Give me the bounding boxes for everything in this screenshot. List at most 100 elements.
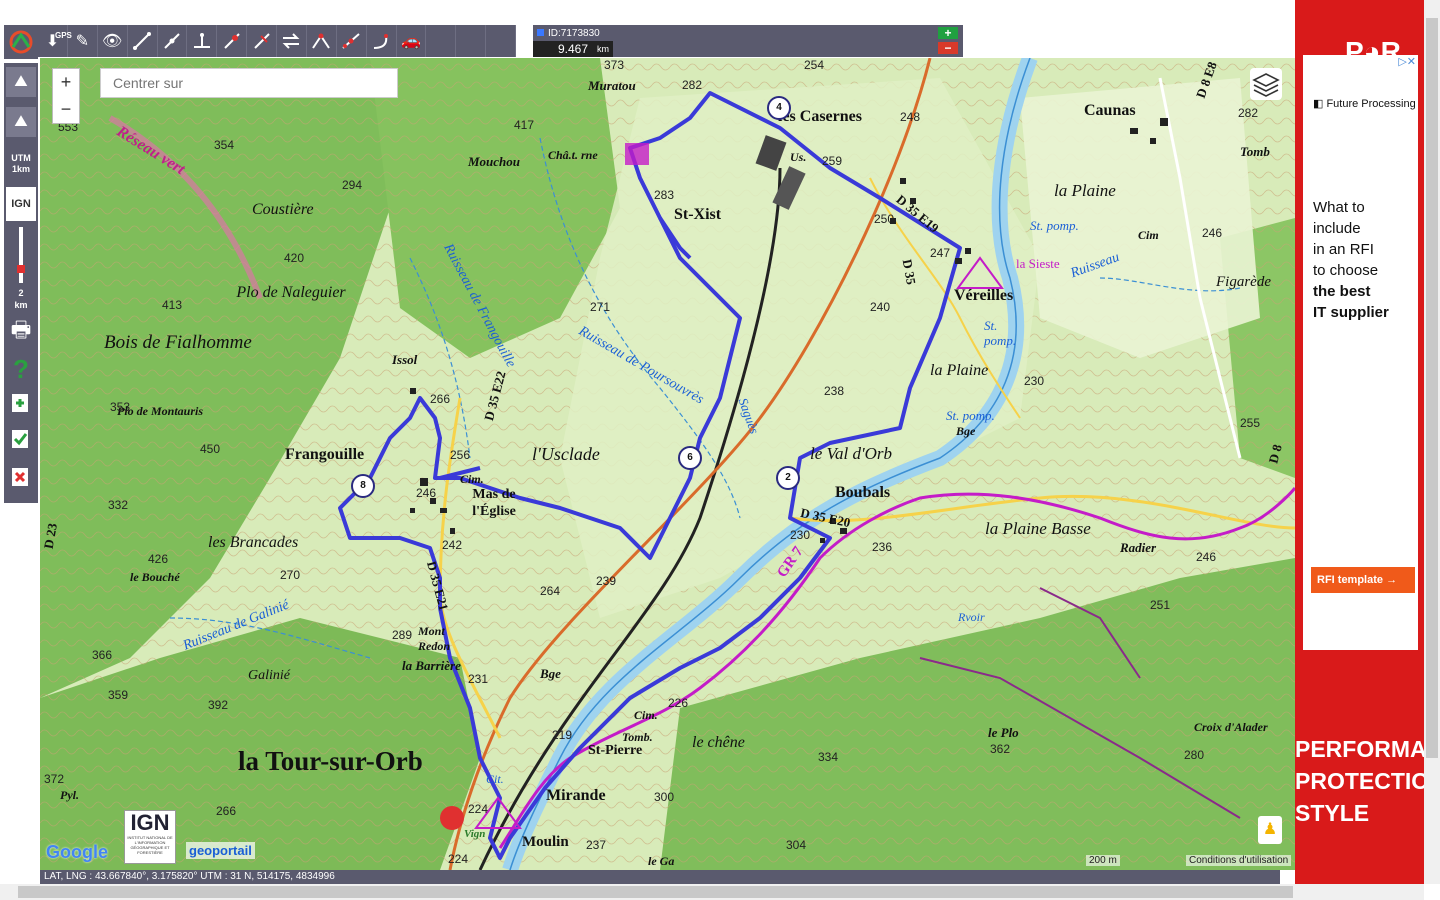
layers-icon xyxy=(1252,73,1280,97)
alt-266: 266 xyxy=(430,392,451,406)
track-id: ID:7173830 xyxy=(537,28,600,39)
view-button[interactable]: 👁 xyxy=(98,25,128,57)
mountain-bike-icon: ⛰ xyxy=(14,73,28,90)
app-logo[interactable] xyxy=(4,25,38,59)
vertical-scrollbar[interactable] xyxy=(1424,0,1440,884)
car-routing-button[interactable]: 🚗 xyxy=(397,25,427,57)
map-scale: 200 m xyxy=(1086,855,1120,866)
label-la-barriere: la Barrière xyxy=(402,658,461,673)
snap-button[interactable] xyxy=(367,25,397,57)
add-point-icon xyxy=(164,33,180,49)
label-issol: Issol xyxy=(392,352,418,367)
arrow-right-icon: → xyxy=(1386,574,1398,586)
join-button[interactable] xyxy=(307,25,337,57)
gps-button[interactable]: ✎ xyxy=(68,25,98,57)
alt-254: 254 xyxy=(804,58,825,72)
label-rvoir: Rvoir xyxy=(958,610,985,624)
delete-point-button[interactable] xyxy=(217,25,248,57)
horizontal-scrollbar[interactable] xyxy=(0,884,1424,900)
ad-close-icon[interactable]: ▷✕ xyxy=(1398,55,1416,68)
label-tomb-south: Tomb. xyxy=(622,730,653,744)
new-track-button[interactable] xyxy=(6,389,36,417)
label-vign: Vign xyxy=(464,828,486,840)
alt-246-frang: 246 xyxy=(416,486,437,500)
utm-grid-button[interactable]: UTM 1km xyxy=(6,151,36,177)
label-st-pomp-1: St. pomp. xyxy=(1030,218,1079,233)
label-tomb: Tomb xyxy=(1240,144,1270,159)
waypoint-2[interactable]: 2 xyxy=(776,466,800,490)
reverse-button[interactable] xyxy=(277,25,307,57)
ign-layer-button[interactable]: IGN xyxy=(6,187,36,221)
zoom-plus-button[interactable]: + xyxy=(938,27,958,39)
alt-280: 280 xyxy=(1184,748,1205,762)
label-la-plaine-basse: la Plaine Basse xyxy=(985,519,1091,538)
label-le-chene: le chêne xyxy=(692,734,745,751)
opacity-slider[interactable] xyxy=(6,227,36,283)
ad-brand: Future Processing xyxy=(1313,97,1415,110)
alt-289: 289 xyxy=(392,628,413,642)
save-track-button[interactable] xyxy=(6,425,36,453)
delete-track-button[interactable] xyxy=(6,463,36,491)
alt-426: 426 xyxy=(148,552,169,566)
alt-259: 259 xyxy=(822,154,843,168)
ad-button-label: RFI template xyxy=(1317,574,1384,586)
layers-button[interactable] xyxy=(1250,68,1282,100)
label-muratou: Muratou xyxy=(588,78,636,93)
center-on-search-input[interactable] xyxy=(100,68,398,98)
vertical-scroll-thumb[interactable] xyxy=(1426,18,1438,758)
alt-230-east: 230 xyxy=(1024,374,1045,388)
label-st-pierre: St-Pierre xyxy=(588,743,643,758)
label-les-brancades: les Brancades xyxy=(208,534,299,551)
draw-line-button[interactable] xyxy=(128,25,158,57)
alt-242: 242 xyxy=(442,538,463,552)
alt-372: 372 xyxy=(44,772,65,786)
delete-point-icon xyxy=(223,33,240,49)
print-button[interactable]: 🖶 xyxy=(6,317,36,347)
street-view-button[interactable]: ♟ xyxy=(1258,816,1282,844)
terms-link[interactable]: Conditions d'utilisation xyxy=(1186,855,1292,866)
alt-332: 332 xyxy=(108,498,129,512)
zoom-minus-button[interactable]: − xyxy=(938,42,958,54)
waypoint-6[interactable]: 6 xyxy=(678,446,702,470)
track-distance: 9.467 km xyxy=(533,41,613,57)
help-button[interactable]: ? xyxy=(6,353,36,385)
hiking-layer-button[interactable]: ⛰ xyxy=(6,107,36,137)
ign-badge-text: IGN xyxy=(130,810,170,835)
label-mirande: Mirande xyxy=(546,787,606,804)
ad-card[interactable]: ▷✕ Future Processing What to include in … xyxy=(1303,55,1418,650)
label-boubals: Boubals xyxy=(835,484,891,501)
alt-300: 300 xyxy=(654,790,675,804)
label-coustiere: Coustière xyxy=(252,201,314,218)
label-frangouille: Frangouille xyxy=(285,446,365,463)
cut-line-icon xyxy=(253,33,270,49)
add-document-icon xyxy=(12,394,28,412)
label-bge-south: Bge xyxy=(540,666,561,681)
add-point-button[interactable] xyxy=(158,25,188,57)
alt-413: 413 xyxy=(162,298,183,312)
ad-big-text: PROTECTIO xyxy=(1295,768,1424,794)
ad-rfi-template-button[interactable]: RFI template → xyxy=(1311,567,1415,593)
ign-logo[interactable]: IGN INSTITUT NATIONAL DE L'INFORMATION G… xyxy=(124,810,176,864)
map-zoom-in-button[interactable]: + xyxy=(53,69,79,96)
advertisement[interactable]: P◕R ▷✕ Future Processing What to include… xyxy=(1295,0,1424,884)
waypoint-8[interactable]: 8 xyxy=(351,474,375,498)
ad-line: What to xyxy=(1313,199,1365,216)
toolbar-spacer xyxy=(456,25,487,57)
map-zoom-out-button[interactable]: − xyxy=(53,96,79,123)
delete-document-icon xyxy=(12,468,28,486)
split-button[interactable] xyxy=(337,25,367,57)
insert-point-button[interactable] xyxy=(187,25,218,57)
cut-line-button[interactable] xyxy=(247,25,277,57)
horizontal-scroll-thumb[interactable] xyxy=(18,886,1293,898)
geoportail-logo[interactable]: geoportail xyxy=(186,842,255,859)
eye-icon: 👁 xyxy=(102,33,123,50)
mtb-layer-button[interactable]: ⛰ xyxy=(6,67,36,97)
waypoint-4[interactable]: 4 xyxy=(767,96,791,120)
reverse-icon xyxy=(283,33,300,49)
label-galinie: Galinié xyxy=(248,668,290,683)
label-plo-de-naleguier: Plo de Naleguier xyxy=(236,284,346,301)
topo-map[interactable]: la Tour-sur-Orb Frangouille Boubals Caun… xyxy=(40,58,1295,870)
gps-import-button[interactable]: ⬇ GPS xyxy=(38,25,72,57)
toolbar-spacer xyxy=(486,25,516,57)
alt-248: 248 xyxy=(900,110,921,124)
